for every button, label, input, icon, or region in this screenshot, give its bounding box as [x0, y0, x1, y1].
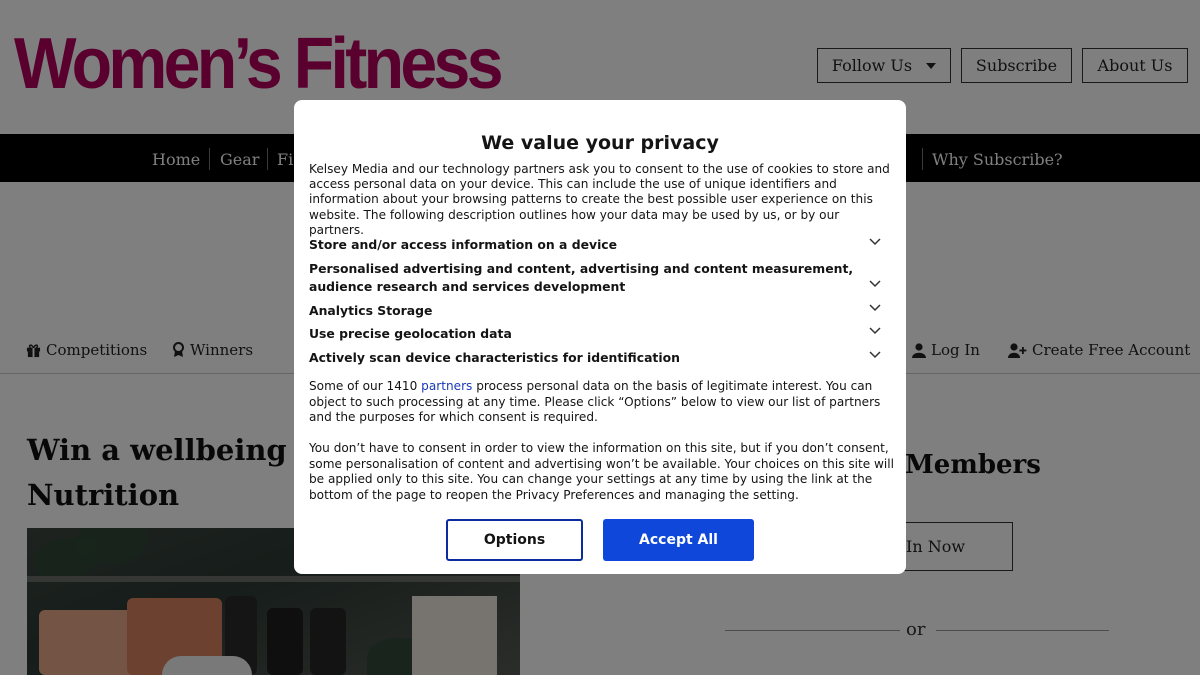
- partners-paragraph: Some of our 1410 partners process person…: [309, 379, 894, 426]
- purpose-item-analytics[interactable]: Analytics Storage: [309, 302, 869, 320]
- purpose-item-advertising[interactable]: Personalised advertising and content, ad…: [309, 260, 869, 295]
- chevron-down-icon[interactable]: [869, 351, 881, 359]
- purpose-item-storage[interactable]: Store and/or access information on a dev…: [309, 236, 869, 254]
- chevron-down-icon[interactable]: [869, 304, 881, 312]
- dialog-title: We value your privacy: [481, 132, 719, 154]
- partners-prefix: Some of our 1410: [309, 379, 422, 393]
- chevron-down-icon[interactable]: [869, 280, 881, 288]
- purpose-item-geolocation[interactable]: Use precise geolocation data: [309, 325, 869, 343]
- chevron-down-icon[interactable]: [869, 238, 881, 246]
- privacy-consent-dialog: We value your privacy Kelsey Media and o…: [294, 100, 906, 574]
- purpose-item-device-scan[interactable]: Actively scan device characteristics for…: [309, 349, 869, 367]
- partners-link[interactable]: partners: [421, 379, 472, 393]
- options-button[interactable]: Options: [446, 519, 583, 561]
- accept-all-button[interactable]: Accept All: [603, 519, 754, 561]
- chevron-down-icon[interactable]: [869, 327, 881, 335]
- dialog-intro: Kelsey Media and our technology partners…: [309, 162, 890, 237]
- no-consent-paragraph: You don’t have to consent in order to vi…: [309, 441, 894, 502]
